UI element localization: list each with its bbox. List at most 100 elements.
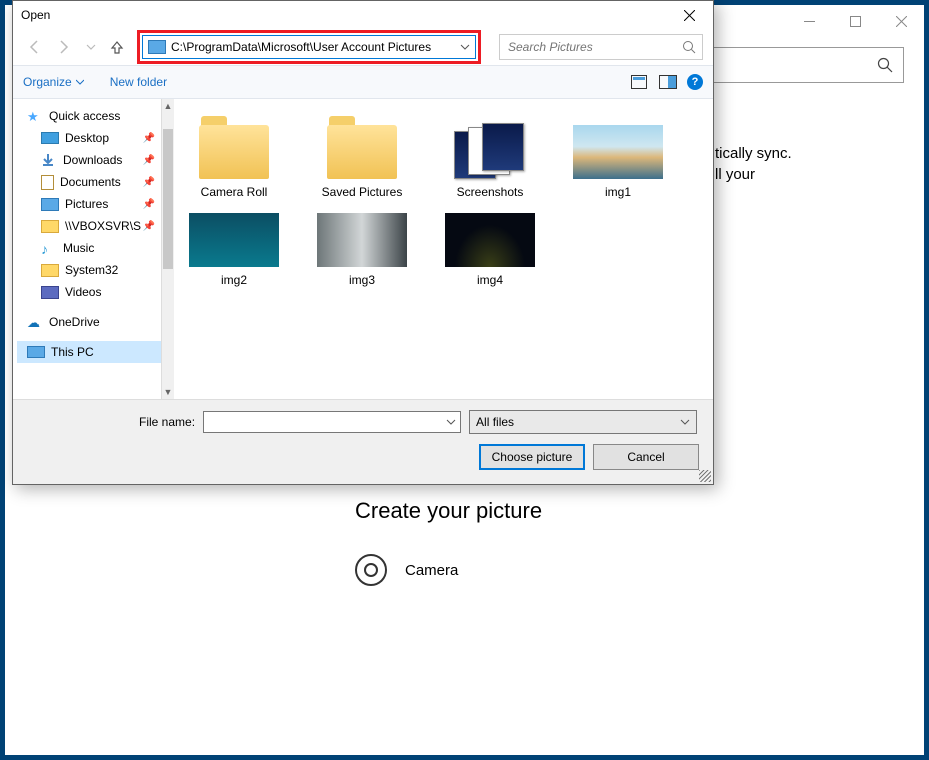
- dialog-search-box[interactable]: [499, 34, 703, 60]
- music-icon: ♪: [41, 241, 57, 255]
- file-item-img3[interactable]: img3: [312, 203, 412, 287]
- address-dropdown-button[interactable]: [455, 42, 475, 52]
- search-icon: [682, 40, 696, 54]
- file-type-filter[interactable]: All files: [469, 410, 697, 434]
- sidebar-downloads[interactable]: Downloads📌: [17, 149, 161, 171]
- minimize-button[interactable]: [786, 5, 832, 37]
- dialog-main: ★ Quick access Desktop 📌 Downloads📌 Docume…: [13, 99, 713, 399]
- chevron-down-icon: [680, 417, 690, 427]
- address-input[interactable]: [171, 40, 455, 54]
- help-button[interactable]: ?: [687, 74, 703, 90]
- sidebar-label: Pictures: [65, 197, 108, 211]
- pin-icon: 📌: [143, 221, 155, 232]
- settings-text-line: ll your: [715, 166, 904, 183]
- sidebar-music[interactable]: ♪ Music: [17, 237, 161, 259]
- preview-pane-button[interactable]: [659, 75, 677, 89]
- nav-back-button[interactable]: [23, 35, 47, 59]
- file-label: img1: [568, 185, 668, 199]
- dialog-search-input[interactable]: [506, 39, 660, 55]
- organize-menu[interactable]: Organize: [23, 75, 84, 89]
- sidebar-vbox[interactable]: \\VBOXSVR\S📌: [17, 215, 161, 237]
- settings-text-line: tically sync.: [715, 145, 904, 162]
- chevron-down-icon: [76, 78, 84, 86]
- maximize-button[interactable]: [832, 5, 878, 37]
- camera-label: Camera: [405, 562, 458, 579]
- folder-icon: [41, 264, 59, 277]
- image-thumbnail: [573, 125, 663, 179]
- pictures-icon: [41, 198, 59, 211]
- pin-icon: 📌: [143, 177, 155, 188]
- folder-icon: [199, 125, 269, 179]
- organize-label: Organize: [23, 75, 72, 89]
- file-item-img4[interactable]: img4: [440, 203, 540, 287]
- sidebar-desktop[interactable]: Desktop 📌: [17, 127, 161, 149]
- dialog-close-button[interactable]: [669, 3, 709, 27]
- file-listing[interactable]: Camera Roll Saved Pictures Screenshots i…: [174, 99, 713, 399]
- address-bar-highlight: [137, 30, 481, 64]
- file-label: Camera Roll: [184, 185, 284, 199]
- image-thumbnail: [317, 213, 407, 267]
- resize-grip[interactable]: [699, 470, 711, 482]
- nav-recent-dropdown[interactable]: [79, 35, 103, 59]
- dialog-titlebar[interactable]: Open: [13, 1, 713, 29]
- filename-dropdown[interactable]: [442, 412, 460, 432]
- choose-picture-button[interactable]: Choose picture: [479, 444, 585, 470]
- create-picture-heading: Create your picture: [355, 498, 904, 524]
- sidebar-scrollbar[interactable]: ▲ ▼: [161, 99, 174, 399]
- image-thumbnail: [445, 213, 535, 267]
- dialog-bottom: File name: All files Choose picture Canc…: [13, 399, 713, 484]
- dialog-sidebar: ★ Quick access Desktop 📌 Downloads📌 Docume…: [13, 99, 161, 399]
- file-label: Screenshots: [440, 185, 540, 199]
- dialog-toolbar: Organize New folder ?: [13, 65, 713, 99]
- pc-icon: [27, 346, 45, 358]
- filter-label: All files: [476, 415, 514, 429]
- scroll-down-icon[interactable]: ▼: [164, 385, 173, 399]
- address-bar[interactable]: [142, 35, 476, 59]
- sidebar-this-pc[interactable]: This PC: [17, 341, 161, 363]
- sidebar-videos[interactable]: Videos: [17, 281, 161, 303]
- scroll-up-icon[interactable]: ▲: [164, 99, 173, 113]
- scrollbar-thumb[interactable]: [163, 129, 173, 269]
- sidebar-system32[interactable]: System32: [17, 259, 161, 281]
- view-mode-button[interactable]: [631, 75, 649, 89]
- pin-icon: 📌: [143, 199, 155, 210]
- cloud-icon: ☁: [27, 315, 43, 329]
- downloads-icon: [41, 153, 57, 167]
- sidebar-pictures[interactable]: Pictures 📌: [17, 193, 161, 215]
- file-label: Saved Pictures: [312, 185, 412, 199]
- sidebar-label: This PC: [51, 345, 94, 359]
- image-thumbnail: [189, 213, 279, 267]
- file-item-img2[interactable]: img2: [184, 203, 284, 287]
- sidebar-label: Quick access: [49, 109, 120, 123]
- nav-up-button[interactable]: [107, 35, 127, 59]
- pin-icon: 📌: [143, 133, 155, 144]
- folder-icon: [327, 125, 397, 179]
- sidebar-label: \\VBOXSVR\S: [65, 219, 141, 233]
- sidebar-label: OneDrive: [49, 315, 100, 329]
- camera-icon: [355, 554, 387, 586]
- filename-label: File name:: [139, 415, 195, 429]
- sidebar-onedrive[interactable]: ☁ OneDrive: [17, 311, 161, 333]
- sidebar-quick-access[interactable]: ★ Quick access: [17, 105, 161, 127]
- desktop-icon: [41, 132, 59, 144]
- sidebar-label: Desktop: [65, 131, 109, 145]
- star-icon: ★: [27, 109, 43, 123]
- camera-option[interactable]: Camera: [355, 554, 904, 586]
- close-button[interactable]: [878, 5, 924, 37]
- folder-icon: [454, 123, 526, 179]
- file-item-camera-roll[interactable]: Camera Roll: [184, 115, 284, 199]
- search-icon: [877, 57, 893, 73]
- sidebar-label: Documents: [60, 175, 121, 189]
- filename-input[interactable]: [203, 411, 461, 433]
- folder-icon: [41, 220, 59, 233]
- nav-forward-button[interactable]: [51, 35, 75, 59]
- pin-icon: 📌: [143, 155, 155, 166]
- sidebar-documents[interactable]: Documents 📌: [17, 171, 161, 193]
- file-item-screenshots[interactable]: Screenshots: [440, 115, 540, 199]
- sidebar-label: Videos: [65, 285, 101, 299]
- sidebar-label: Music: [63, 241, 94, 255]
- new-folder-button[interactable]: New folder: [110, 75, 167, 89]
- file-item-img1[interactable]: img1: [568, 115, 668, 199]
- cancel-button[interactable]: Cancel: [593, 444, 699, 470]
- file-item-saved-pictures[interactable]: Saved Pictures: [312, 115, 412, 199]
